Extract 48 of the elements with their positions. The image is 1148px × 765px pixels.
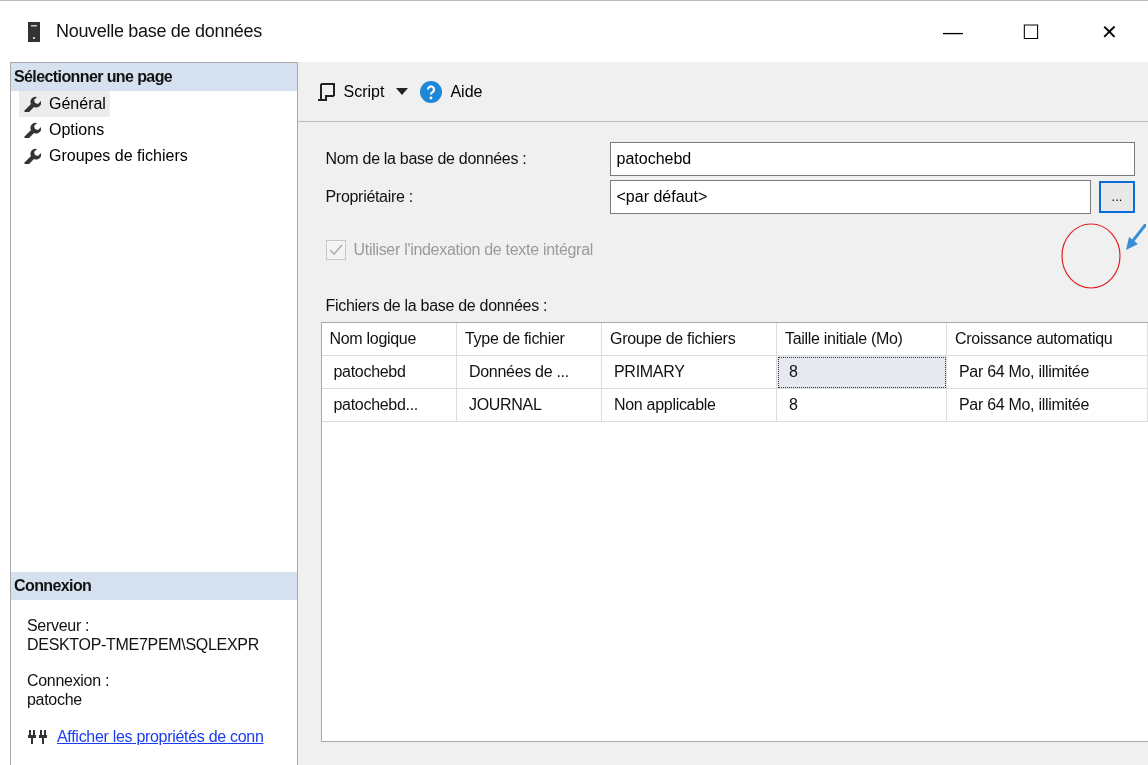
table-cell[interactable]: PRIMARY — [601, 355, 777, 389]
table-cell[interactable]: Non applicable — [601, 388, 777, 422]
column-header[interactable]: Nom logique — [321, 323, 457, 356]
column-header[interactable]: Taille initiale (Mo) — [776, 323, 947, 356]
window-title: Nouvelle base de données — [56, 20, 262, 43]
script-button[interactable]: Script — [311, 77, 389, 106]
table-cell[interactable]: Par 64 Mo, illimitée — [946, 355, 1148, 389]
table-cell[interactable]: patochebd... — [321, 388, 457, 422]
wrench-icon — [23, 148, 41, 164]
table-cell[interactable]: Données de ... — [456, 355, 602, 389]
column-header[interactable]: Croissance automatiqu — [946, 323, 1148, 356]
login-label: Connexion : — [27, 670, 111, 690]
maximize-button[interactable]: ☐ — [992, 15, 1070, 48]
checkbox-label: Utiliser l'indexation de texte intégral — [353, 240, 593, 260]
owner-field[interactable]: <par défaut> — [609, 180, 1091, 214]
page-item[interactable]: Général — [19, 91, 110, 117]
page-item[interactable]: Options — [19, 117, 109, 143]
table-cell[interactable]: patochebd — [321, 355, 457, 389]
server-label: Serveur : — [27, 616, 91, 636]
help-icon — [420, 80, 443, 103]
plug-icon — [27, 730, 49, 744]
field-label: Propriétaire : — [325, 187, 414, 207]
table-cell[interactable]: 8 — [776, 388, 947, 422]
browse-button[interactable]: ... — [1099, 181, 1135, 213]
table-cell[interactable]: 8 — [776, 355, 947, 389]
caret-icon[interactable] — [396, 87, 409, 96]
close-button[interactable]: ✕ — [1070, 15, 1148, 48]
page-item[interactable]: Groupes de fichiers — [19, 143, 192, 169]
column-header[interactable]: Type de fichier — [456, 323, 602, 356]
field-label: Nom de la base de données : — [325, 149, 528, 169]
server-icon — [28, 21, 40, 42]
connection-properties-link[interactable]: Afficher les propriétés de conn — [57, 725, 264, 749]
wrench-icon — [23, 122, 41, 138]
server-value: DESKTOP-TME7PEM\SQLEXPR — [27, 635, 260, 655]
section-header: Connexion — [11, 572, 297, 601]
annotation-arrow — [1123, 224, 1146, 252]
help-button[interactable]: Aide — [416, 77, 487, 106]
section-label: Fichiers de la base de données : — [325, 296, 549, 316]
script-icon — [315, 81, 336, 102]
minimize-button[interactable]: — — [914, 15, 992, 48]
table-cell[interactable]: Par 64 Mo, illimitée — [946, 388, 1148, 422]
section-header: Sélectionner une page — [11, 63, 297, 91]
column-header[interactable]: Groupe de fichiers — [601, 323, 777, 356]
login-value: patoche — [27, 689, 83, 709]
wrench-icon — [23, 96, 41, 112]
table-cell[interactable]: JOURNAL — [456, 388, 602, 422]
database-name-field[interactable]: patochebd — [609, 142, 1135, 176]
annotation-circle — [1059, 222, 1122, 290]
